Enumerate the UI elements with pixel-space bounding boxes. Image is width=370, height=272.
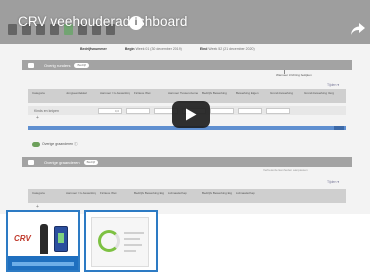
value-input[interactable]: 0,0 [98, 107, 122, 114]
column-header: Jongvee/dekkel [66, 91, 87, 95]
video-player[interactable]: CRV veehouderadashboard i Bedrijfsnummer… [0, 0, 370, 214]
column-header: Fictieve Wet [134, 91, 151, 95]
video-thumbnail-strip: CRV [6, 210, 158, 272]
home-icon [8, 24, 17, 35]
filter-eind[interactable]: Eind Week 52 (21 december 2020) [200, 47, 255, 51]
column-header: Bedrijfs Bewerking Eigen [202, 191, 232, 195]
donut-chart-icon [98, 230, 120, 252]
column-header: Bedrijfs Bewerking [202, 91, 227, 95]
scrollbar-thumb[interactable] [334, 126, 344, 130]
value-input[interactable] [126, 107, 150, 114]
column-header: Bewerking Eigen [236, 91, 259, 95]
fields-dropdown[interactable]: Tijden ▾ [327, 180, 339, 184]
video-title[interactable]: CRV veehouderadashboard [18, 14, 187, 29]
column-header: Aanvoer / tv-bewerking [100, 91, 130, 95]
column-header: Grond-bewerking Vergisters [304, 91, 334, 95]
add-row-button[interactable]: + [36, 115, 39, 121]
column-header: Lidmaatschap [236, 191, 255, 195]
column-header: Categorie [32, 91, 46, 95]
filter-begin[interactable]: Begin Week 01 (30 december 2019) [125, 47, 182, 51]
toggle-switch[interactable] [32, 142, 40, 147]
play-icon [186, 108, 197, 121]
section-badge: Bedrijf [83, 159, 99, 165]
barn-icon [28, 159, 34, 165]
video-thumbnail-dashboard-chart[interactable] [84, 210, 158, 272]
section-header-graanderen: Overige graanderen Bedrijf [22, 157, 352, 167]
section-header-runders: Overig runders Bedrijf [22, 60, 352, 70]
info-icon[interactable]: i [129, 16, 143, 30]
phone-icon [54, 226, 68, 252]
column-header: Fictieve Wet [100, 191, 117, 195]
value-input[interactable] [210, 107, 234, 114]
play-button[interactable] [172, 101, 210, 128]
fields-dropdown[interactable]: Tijden ▾ [327, 83, 339, 87]
section-badge: Bedrijf [74, 62, 89, 68]
filter-row: Bedrijfsnummer Begin Week 01 (30 decembe… [80, 47, 255, 51]
value-input[interactable] [238, 107, 262, 114]
column-header: Categorie [32, 191, 46, 195]
column-header: Lidmaatschap [168, 191, 187, 195]
toggle-label: Overige graanderen ⓘ [42, 142, 78, 146]
bottom-note: Verbeterde Eenheden aanpassen [263, 168, 308, 172]
cow-icon [28, 62, 34, 68]
crv-logo: CRV [14, 234, 31, 243]
column-header: Aanvoer Tussen-bemesting [168, 91, 198, 95]
presenter-figure [40, 224, 48, 254]
table-header: Categorie Aanvoer / tv-bewerking Fictiev… [28, 189, 346, 203]
share-icon[interactable] [350, 22, 366, 36]
column-header: Grond-bewerking [270, 91, 294, 95]
video-thumbnail-crv-intro[interactable]: CRV [6, 210, 80, 272]
filter-bedrijfsnummer[interactable]: Bedrijfsnummer [80, 47, 107, 51]
column-header: Aanvoer / tv-bewerking [66, 191, 96, 195]
marker-note: Wanneer z/ichting bekijken [276, 73, 312, 77]
value-input[interactable] [266, 107, 290, 114]
column-header: Bedrijfs Bewerking Eigen [134, 191, 164, 195]
